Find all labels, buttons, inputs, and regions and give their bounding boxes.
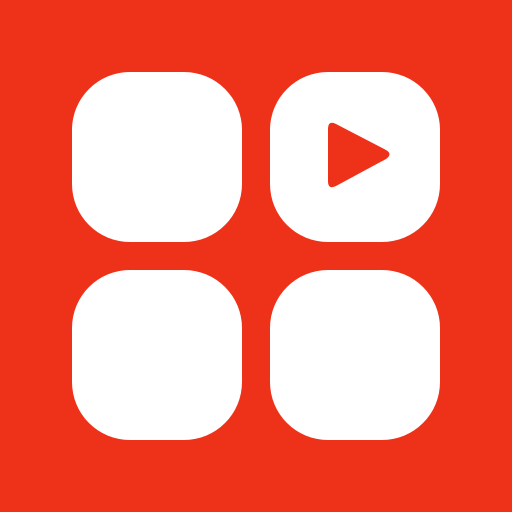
- grid-tile-bottom-left: [72, 270, 242, 440]
- grid-tile-top-right: [270, 72, 440, 242]
- app-icon: [0, 0, 512, 512]
- grid-tile-bottom-right: [270, 270, 440, 440]
- play-icon: [328, 122, 390, 188]
- grid-tile-top-left: [72, 72, 242, 242]
